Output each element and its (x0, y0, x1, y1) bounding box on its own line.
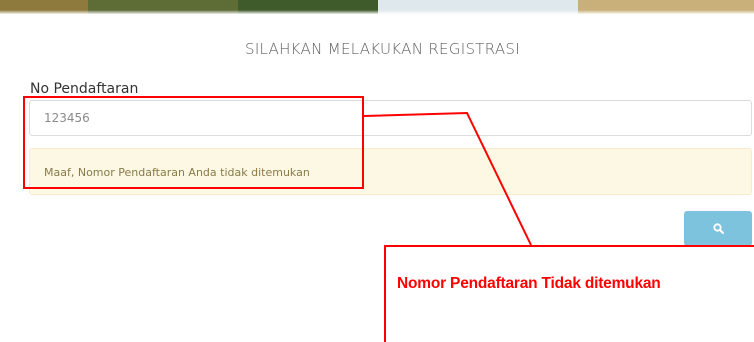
callout-box (384, 245, 754, 342)
callout-text: Nomor Pendaftaran Tidak ditemukan (397, 275, 661, 292)
registration-page: SILAHKAN MELAKUKAN REGISTRASI No Pendaft… (0, 0, 754, 342)
